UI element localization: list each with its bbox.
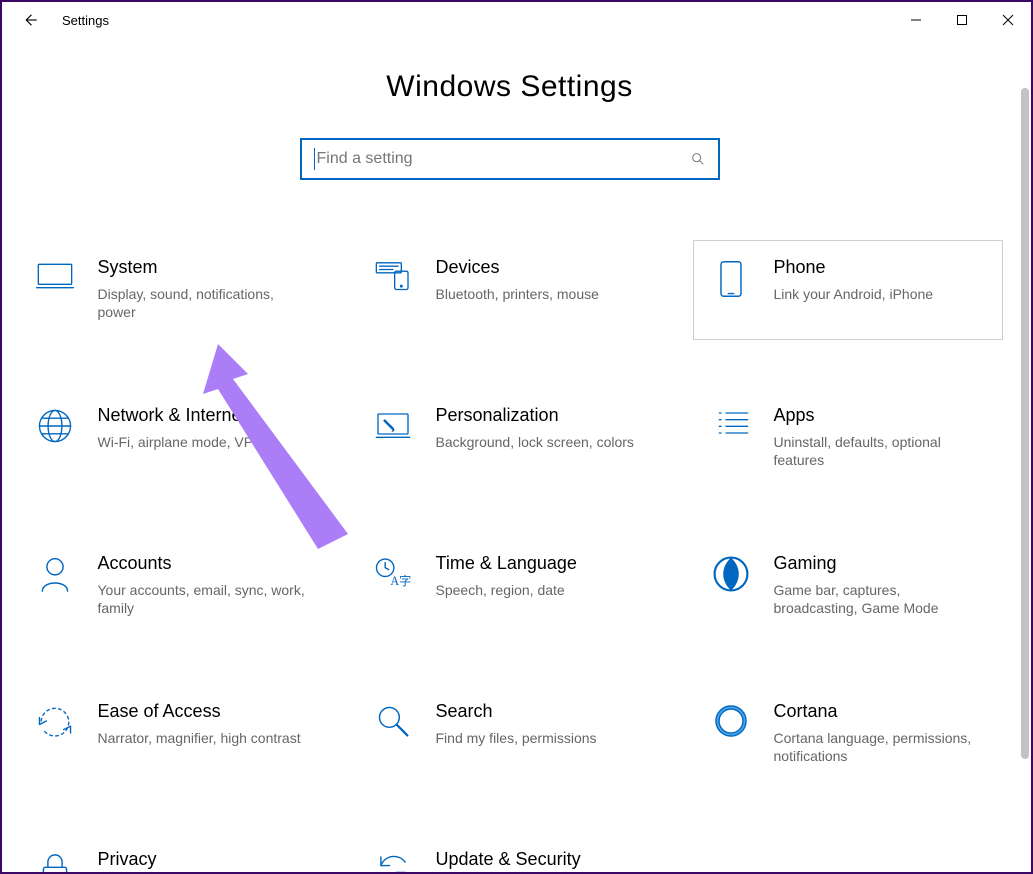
category-title: Ease of Access xyxy=(98,701,310,723)
category-search[interactable]: Search Find my files, permissions xyxy=(355,684,665,784)
personalization-icon xyxy=(372,405,414,471)
category-desc: Speech, region, date xyxy=(436,581,648,600)
minimize-button[interactable] xyxy=(893,4,939,36)
category-title: Apps xyxy=(774,405,986,427)
category-title: Devices xyxy=(436,257,648,279)
svg-text:A字: A字 xyxy=(390,573,411,588)
category-desc: Your accounts, email, sync, work, family xyxy=(98,581,310,619)
category-network[interactable]: Network & Internet Wi-Fi, airplane mode, … xyxy=(17,388,327,488)
content-area: Windows Settings Find a setting System Di… xyxy=(2,38,1031,872)
phone-icon xyxy=(710,257,752,323)
category-accounts[interactable]: Accounts Your accounts, email, sync, work… xyxy=(17,536,327,636)
back-button[interactable] xyxy=(20,10,40,30)
time-icon: A字 xyxy=(372,553,414,619)
category-title: Update & Security xyxy=(436,849,648,871)
vertical-scrollbar[interactable] xyxy=(1021,88,1029,868)
category-privacy[interactable]: PrivacyLocation, camera, microphone xyxy=(17,832,327,872)
gaming-icon xyxy=(710,553,752,619)
category-title: Network & Internet xyxy=(98,405,310,427)
category-desc: Bluetooth, printers, mouse xyxy=(436,285,648,304)
category-ease[interactable]: Ease of Access Narrator, magnifier, high … xyxy=(17,684,327,784)
category-desc: Game bar, captures, broadcasting, Game M… xyxy=(774,581,986,619)
category-personalization[interactable]: Personalization Background, lock screen, … xyxy=(355,388,665,488)
category-title: Time & Language xyxy=(436,553,648,575)
category-title: Phone xyxy=(774,257,986,279)
search-placeholder: Find a setting xyxy=(317,150,413,168)
titlebar: Settings xyxy=(2,2,1031,38)
category-title: Search xyxy=(436,701,648,723)
category-title: Personalization xyxy=(436,405,648,427)
privacy-icon xyxy=(34,849,76,872)
category-system[interactable]: System Display, sound, notifications, pow… xyxy=(17,240,327,340)
category-title: Accounts xyxy=(98,553,310,575)
category-title: Privacy xyxy=(98,849,310,871)
category-title: Cortana xyxy=(774,701,986,723)
category-desc: Uninstall, defaults, optional features xyxy=(774,433,986,471)
category-desc: Wi-Fi, airplane mode, VPN xyxy=(98,433,310,452)
network-icon xyxy=(34,405,76,471)
ease-icon xyxy=(34,701,76,767)
accounts-icon xyxy=(34,553,76,619)
apps-icon xyxy=(710,405,752,471)
category-gaming[interactable]: Gaming Game bar, captures, broadcasting, … xyxy=(693,536,1003,636)
category-apps[interactable]: Apps Uninstall, defaults, optional featur… xyxy=(693,388,1003,488)
settings-window: Settings Windows Settings Find a setting xyxy=(0,0,1033,874)
search-input[interactable]: Find a setting xyxy=(300,138,720,180)
category-title: System xyxy=(98,257,310,279)
category-time[interactable]: A字 Time & Language Speech, region, date xyxy=(355,536,665,636)
category-cortana[interactable]: Cortana Cortana language, permissions, no… xyxy=(693,684,1003,784)
category-desc: Find my files, permissions xyxy=(436,729,648,748)
category-title: Gaming xyxy=(774,553,986,575)
category-desc: Link your Android, iPhone xyxy=(774,285,986,304)
category-desc: Cortana language, permissions, notificat… xyxy=(774,729,986,767)
window-title: Settings xyxy=(62,13,109,28)
devices-icon xyxy=(372,257,414,323)
category-update[interactable]: Update & SecurityWindows Update, recover… xyxy=(355,832,665,872)
maximize-button[interactable] xyxy=(939,4,985,36)
category-desc: Narrator, magnifier, high contrast xyxy=(98,729,310,748)
category-devices[interactable]: Devices Bluetooth, printers, mouse xyxy=(355,240,665,340)
cortana-icon xyxy=(710,701,752,767)
search-icon xyxy=(690,151,706,167)
close-button[interactable] xyxy=(985,4,1031,36)
category-desc: Display, sound, notifications, power xyxy=(98,285,310,323)
system-icon xyxy=(34,257,76,323)
search-icon xyxy=(372,701,414,767)
page-heading: Windows Settings xyxy=(2,70,1017,104)
update-icon xyxy=(372,849,414,872)
category-phone[interactable]: Phone Link your Android, iPhone xyxy=(693,240,1003,340)
category-desc: Background, lock screen, colors xyxy=(436,433,648,452)
category-grid: System Display, sound, notifications, pow… xyxy=(2,240,1017,872)
